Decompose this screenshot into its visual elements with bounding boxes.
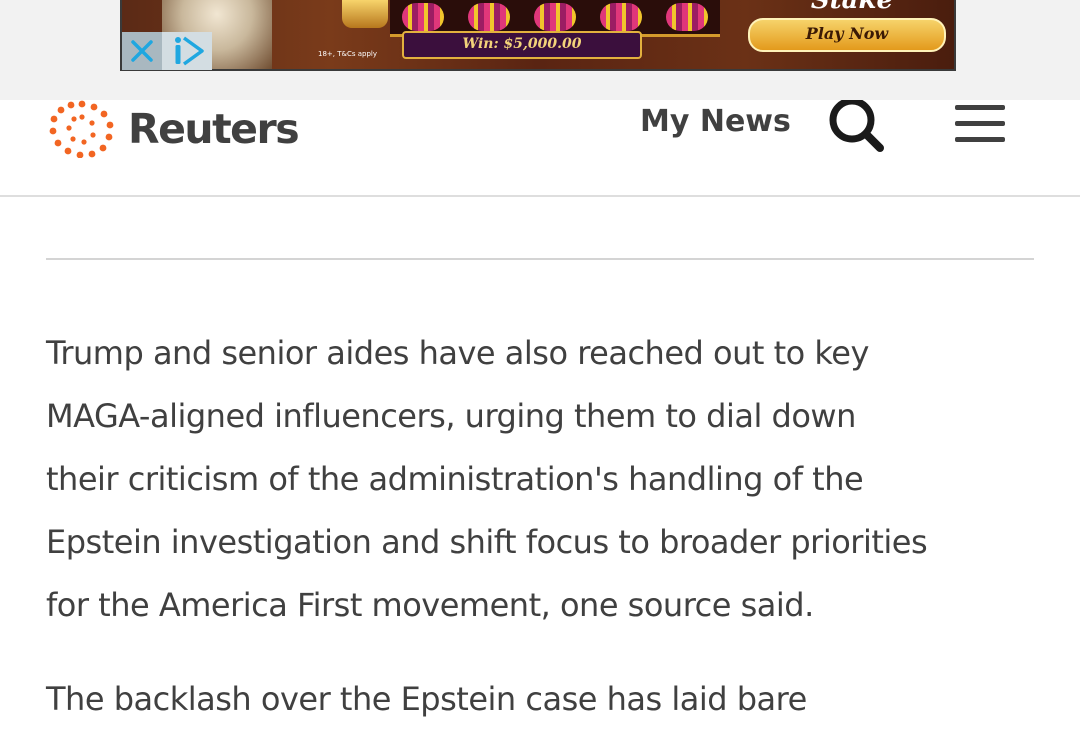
- ad-brand-logo: Stake: [810, 0, 894, 15]
- article-paragraph: The backlash over the Epstein case has l…: [46, 668, 1036, 731]
- logo-wordmark: Reuters: [128, 105, 300, 153]
- article-body: Trump and senior aides have also reached…: [46, 322, 1036, 731]
- paragraph-line: Trump and senior aides have also reached…: [46, 334, 869, 372]
- ad-win-amount: Win: $5,000.00: [402, 31, 642, 59]
- hamburger-menu-icon[interactable]: [955, 103, 1007, 143]
- ad-fine-print: 18+, T&Cs apply: [318, 50, 377, 58]
- close-x-icon[interactable]: [122, 32, 162, 70]
- paragraph-line: MAGA-aligned influencers, urging them to…: [46, 397, 856, 435]
- paragraph-line: for the America First movement, one sour…: [46, 586, 814, 624]
- my-news-link[interactable]: My News: [640, 104, 791, 140]
- paragraph-line: The backlash over the Epstein case has l…: [46, 680, 807, 718]
- section-divider: [46, 258, 1034, 260]
- ad-reel: [402, 3, 444, 31]
- search-icon[interactable]: [824, 97, 888, 154]
- ad-coin-graphic: [342, 0, 388, 28]
- ad-reel: [468, 3, 510, 31]
- ad-banner[interactable]: Win: $5,000.00 18+, T&Cs apply Stake Pla…: [120, 0, 956, 71]
- ad-reel: [666, 3, 708, 31]
- ad-strip: Win: $5,000.00 18+, T&Cs apply Stake Pla…: [0, 0, 1080, 100]
- reuters-logo-icon: [49, 100, 114, 158]
- adchoices-icon[interactable]: [162, 32, 212, 70]
- ad-reel: [534, 3, 576, 31]
- ad-reel: [600, 3, 642, 31]
- paragraph-line: their criticism of the administration's …: [46, 460, 864, 498]
- ad-play-now-button[interactable]: Play Now: [748, 18, 946, 52]
- paragraph-line: Epstein investigation and shift focus to…: [46, 523, 928, 561]
- site-header: Reuters My News: [0, 97, 1080, 197]
- reuters-logo[interactable]: Reuters: [46, 100, 300, 158]
- ad-controls: [122, 32, 212, 70]
- article-paragraph: Trump and senior aides have also reached…: [46, 322, 1036, 637]
